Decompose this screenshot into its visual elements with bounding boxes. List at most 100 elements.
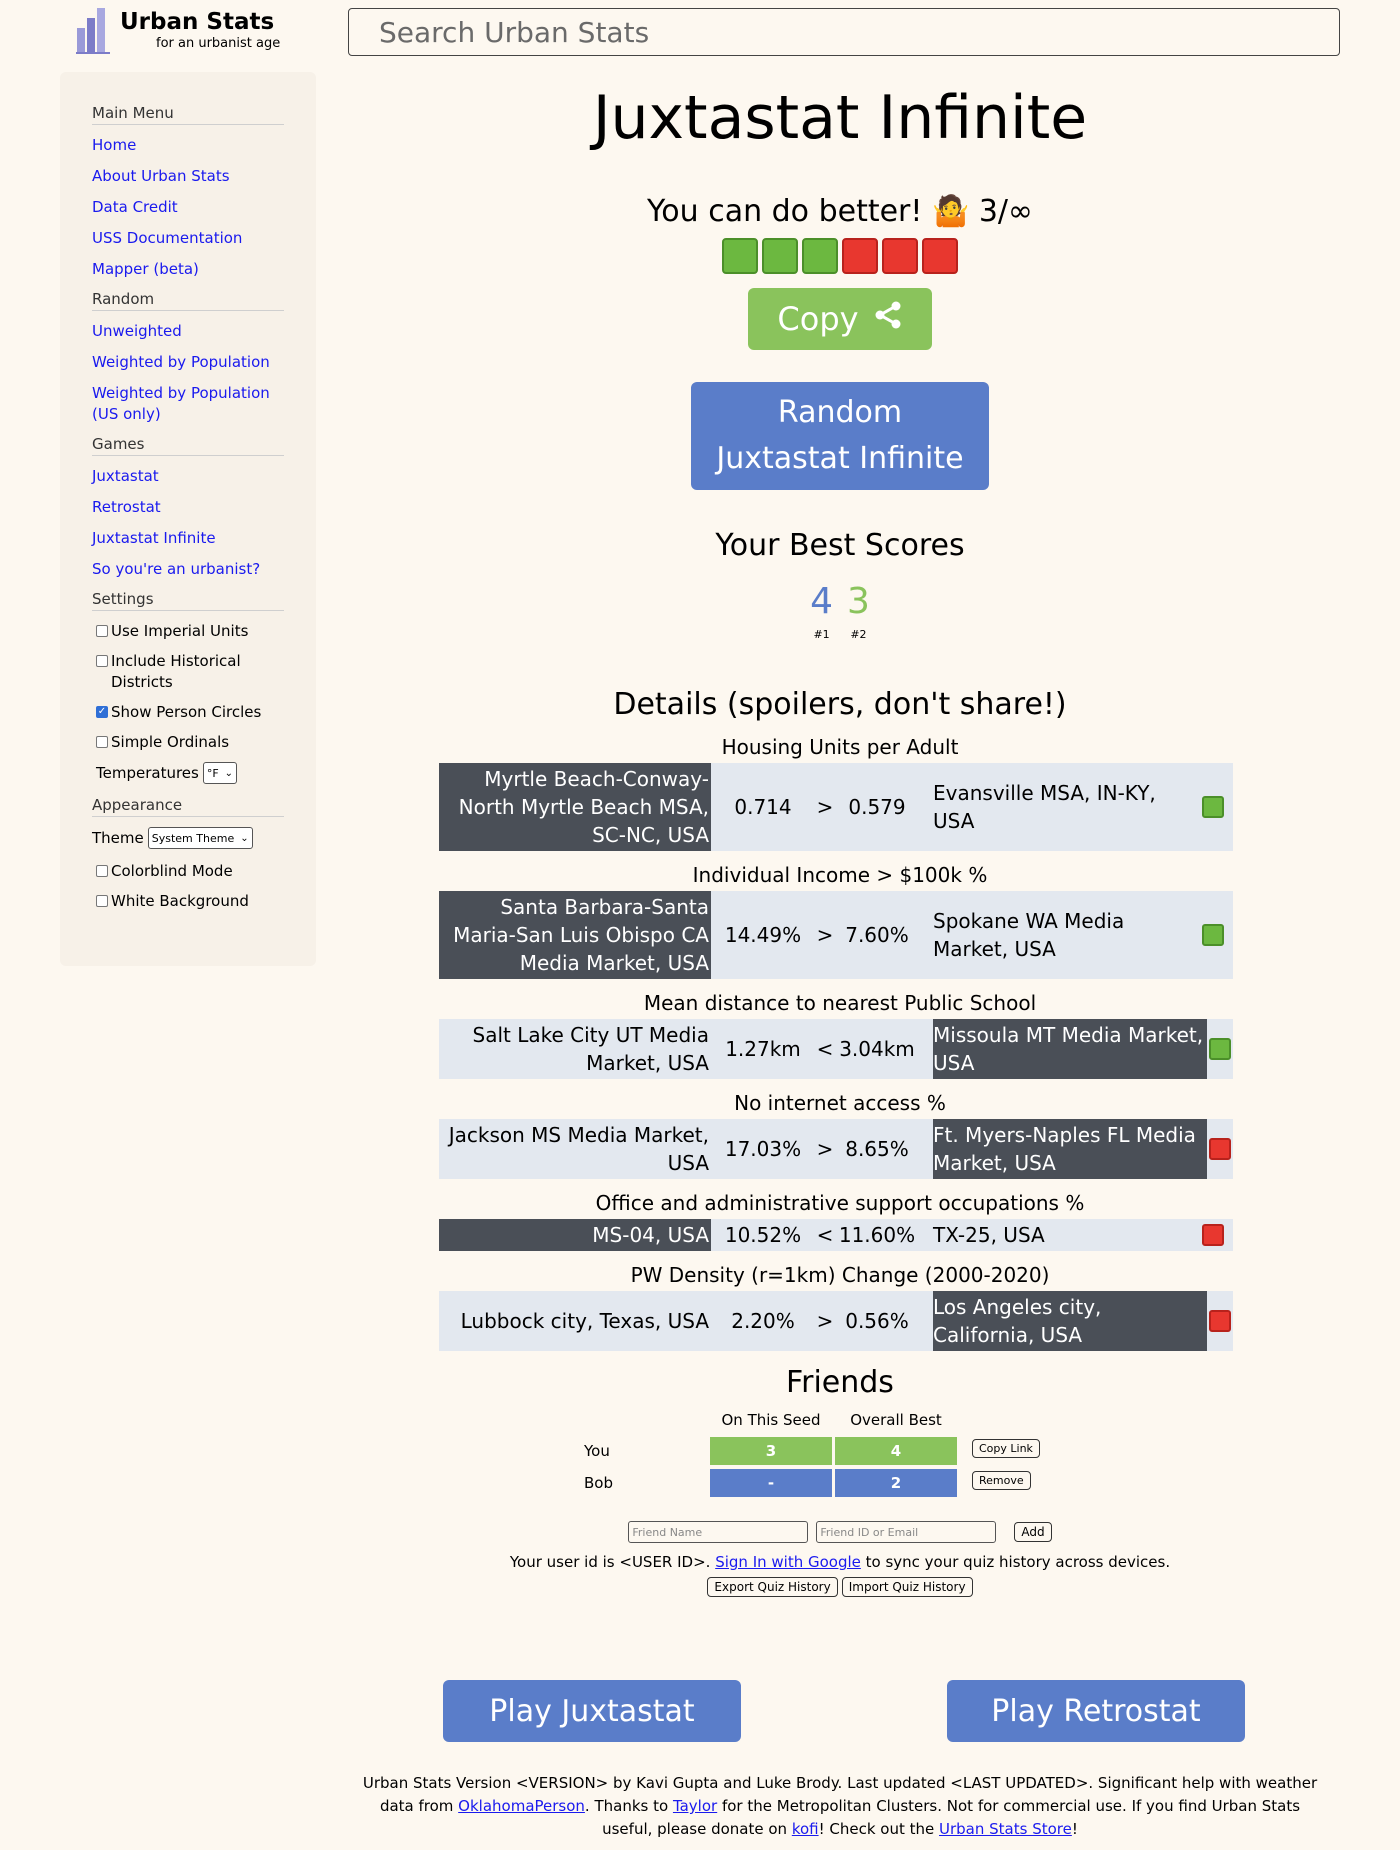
question-stat: PW Density (r=1km) Change (2000-2020) <box>630 1263 1050 1287</box>
play-juxtastat-button[interactable]: Play Juxtastat <box>443 1680 741 1742</box>
add-friend-row: Add <box>440 1521 1240 1543</box>
theme-select[interactable]: System Theme ⌄ <box>147 827 253 849</box>
friends-title: Friends <box>786 1365 894 1400</box>
logo-icon <box>76 8 110 54</box>
question-row: Jackson MS Media Market, USA 17.03% > 8.… <box>439 1119 1233 1179</box>
chevron-down-icon: ⌄ <box>240 832 249 844</box>
setting-historical-districts[interactable]: Include Historical Districts <box>92 651 284 693</box>
wrong-square-icon <box>1209 1138 1231 1160</box>
setting-white-background[interactable]: White Background <box>92 891 284 912</box>
sidebar-link-urbanist-quiz[interactable]: So you're an urbanist? <box>92 559 284 580</box>
sidebar-link-unweighted[interactable]: Unweighted <box>92 321 284 342</box>
question-left-region: Myrtle Beach-Conway-North Myrtle Beach M… <box>439 763 711 851</box>
setting-simple-ordinals[interactable]: Simple Ordinals <box>92 732 284 753</box>
checkbox-icon[interactable] <box>96 736 108 748</box>
logo[interactable]: Urban Stats for an urbanist age <box>76 8 280 54</box>
share-icon <box>873 300 903 338</box>
copy-link-button[interactable]: Copy Link <box>972 1439 1040 1458</box>
wrong-square-icon <box>1209 1310 1231 1332</box>
best-score-rank: #1 <box>813 628 830 641</box>
sidebar-heading-random: Random <box>92 290 284 311</box>
col-header-seed: On This Seed <box>721 1411 821 1429</box>
chevron-down-icon: ⌄ <box>224 767 234 779</box>
sidebar-heading-settings: Settings <box>92 590 284 611</box>
setting-colorblind[interactable]: Colorblind Mode <box>92 861 284 882</box>
sidebar-link-data-credit[interactable]: Data Credit <box>92 197 284 218</box>
question-operator: > <box>816 923 834 947</box>
setting-person-circles[interactable]: ✓ Show Person Circles <box>92 702 284 723</box>
question-result <box>1193 763 1233 851</box>
footer-link-store[interactable]: Urban Stats Store <box>939 1820 1072 1838</box>
remove-friend-button[interactable]: Remove <box>972 1471 1031 1490</box>
play-retrostat-button[interactable]: Play Retrostat <box>947 1680 1245 1742</box>
sidebar-link-juxtastat-infinite[interactable]: Juxtastat Infinite <box>92 528 284 549</box>
correct-square-icon <box>762 238 798 274</box>
user-id-line: Your user id is <USER ID>. Sign In with … <box>440 1553 1240 1571</box>
sidebar-link-weighted-pop-us[interactable]: Weighted by Population (US only) <box>92 383 284 425</box>
logo-title: Urban Stats <box>120 9 275 35</box>
correct-square-icon <box>1202 924 1224 946</box>
search-input[interactable] <box>348 8 1340 56</box>
question-left-value: 10.52% <box>724 1223 802 1247</box>
add-friend-button[interactable]: Add <box>1014 1522 1052 1542</box>
checkbox-icon[interactable] <box>96 655 108 667</box>
temperature-select[interactable]: °F ⌄ <box>202 762 238 784</box>
footer-text: ! Check out the <box>818 1820 940 1838</box>
quiz-history-row: Export Quiz History Import Quiz History <box>440 1577 1240 1597</box>
sidebar-link-retrostat[interactable]: Retrostat <box>92 497 284 518</box>
question-stat: Office and administrative support occupa… <box>595 1191 1085 1215</box>
export-quiz-history-button[interactable]: Export Quiz History <box>707 1577 838 1597</box>
setting-label: Colorblind Mode <box>111 862 233 880</box>
checkbox-icon[interactable] <box>96 865 108 877</box>
question-result <box>1193 891 1233 979</box>
result-squares <box>440 238 1240 274</box>
sidebar-link-mapper[interactable]: Mapper (beta) <box>92 259 284 280</box>
friend-seed-score: 3 <box>710 1437 832 1465</box>
checkbox-icon[interactable] <box>96 625 108 637</box>
copy-button[interactable]: Copy <box>748 288 932 350</box>
footer-text: ! <box>1071 1820 1078 1838</box>
question-left-region: Salt Lake City UT Media Market, USA <box>472 1023 709 1075</box>
checkbox-icon[interactable] <box>96 895 108 907</box>
sidebar-link-weighted-pop[interactable]: Weighted by Population <box>92 352 284 373</box>
details-title: Details (spoilers, don't share!) <box>613 687 1067 722</box>
question-right-value: 8.65% <box>845 1137 909 1161</box>
question-left-value: 1.27km <box>725 1037 801 1061</box>
question-result <box>1207 1291 1233 1351</box>
setting-label: Use Imperial Units <box>111 622 249 640</box>
random-juxtastat-infinite-button[interactable]: Random Juxtastat Infinite <box>691 382 989 490</box>
best-score-value: 3 <box>847 581 870 622</box>
footer-link-kofi[interactable]: kofi <box>792 1820 819 1838</box>
temperature-label: Temperatures <box>96 764 199 782</box>
sidebar-link-uss-docs[interactable]: USS Documentation <box>92 228 284 249</box>
footer-text: . Thanks to <box>584 1797 673 1815</box>
best-score-rank: #2 <box>850 628 867 641</box>
setting-label: Include Historical Districts <box>111 652 241 691</box>
friend-name-input[interactable] <box>628 1521 809 1543</box>
question-right-region: Evansville MSA, IN-KY, USA <box>933 781 1156 833</box>
sidebar-link-juxtastat[interactable]: Juxtastat <box>92 466 284 487</box>
checkbox-checked-icon[interactable]: ✓ <box>96 706 108 718</box>
question-row: MS-04, USA 10.52% < 11.60% TX-25, USA <box>439 1219 1233 1251</box>
question-left-value: 17.03% <box>724 1137 802 1161</box>
footer-link-oklahomaperson[interactable]: OklahomaPerson <box>458 1797 585 1815</box>
main-content: Juxtastat Infinite You can do better! 🤷 … <box>439 60 1240 1597</box>
correct-square-icon <box>1209 1038 1231 1060</box>
footer-link-taylor[interactable]: Taylor <box>673 1797 717 1815</box>
question-stat: Individual Income > $100k % <box>692 863 988 887</box>
sign-in-google-link[interactable]: Sign In with Google <box>715 1553 861 1571</box>
question-row: Santa Barbara-Santa Maria-San Luis Obisp… <box>439 891 1233 979</box>
friend-id-input[interactable] <box>816 1521 997 1543</box>
best-scores: 4 #1 3 #2 <box>440 581 1240 642</box>
copy-label: Copy <box>777 300 859 338</box>
question-operator: < <box>816 1223 834 1247</box>
friend-name: You <box>584 1442 610 1460</box>
sidebar-link-about[interactable]: About Urban Stats <box>92 166 284 187</box>
question-row: Salt Lake City UT Media Market, USA 1.27… <box>439 1019 1233 1079</box>
sidebar-link-home[interactable]: Home <box>92 135 284 156</box>
import-quiz-history-button[interactable]: Import Quiz History <box>841 1577 973 1597</box>
question-left-value: 0.714 <box>734 795 792 819</box>
setting-imperial-units[interactable]: Use Imperial Units <box>92 621 284 642</box>
best-score-item: 4 #1 <box>810 582 833 642</box>
best-scores-title: Your Best Scores <box>715 528 965 563</box>
